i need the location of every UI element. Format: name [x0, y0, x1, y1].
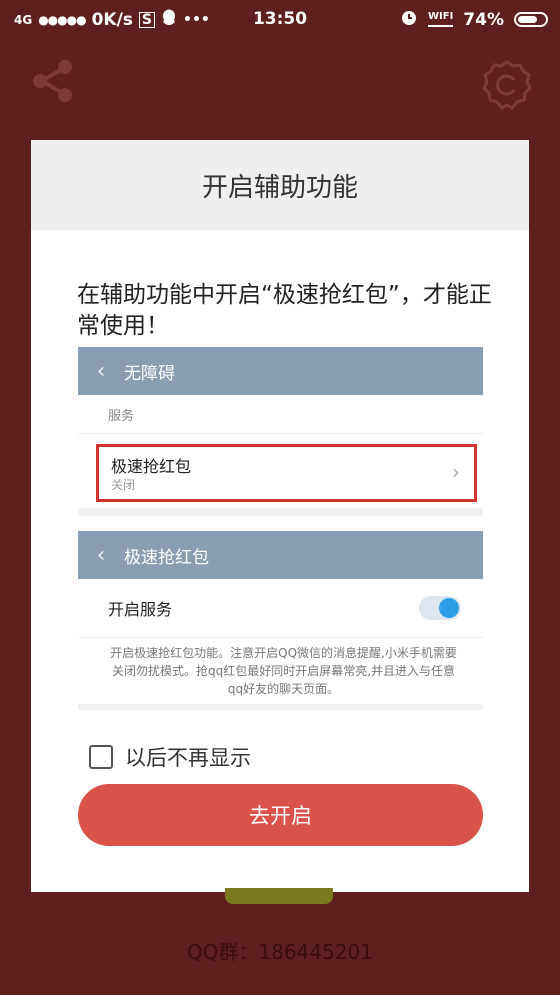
instruction-text: 在辅助功能中开启“极速抢红包”，才能正常使用！ [77, 282, 492, 339]
dont-show-again-checkbox[interactable] [89, 745, 113, 769]
accessibility-mock-list: ‹ 无障碍 服务 极速抢红包 关闭 › [78, 347, 483, 516]
toggle-row: 开启服务 [78, 579, 483, 638]
service-item-title: 极速抢红包 [111, 457, 192, 476]
toggle-label: 开启服务 [108, 600, 173, 619]
dont-show-again-row[interactable]: 以后不再显示 [89, 742, 251, 772]
mock-divider [78, 704, 483, 710]
mock-divider [78, 508, 483, 516]
mock-header-bar: ‹ 无障碍 [78, 347, 483, 395]
service-detail-mock: ‹ 极速抢红包 开启服务 开启极速抢红包功能。注意开启QQ微信的消息提醒,小米手… [78, 531, 483, 710]
battery-icon [514, 12, 548, 27]
service-toggle [419, 596, 461, 620]
service-description: 开启极速抢红包功能。注意开启QQ微信的消息提醒,小米手机需要关闭勿扰模式。抢qq… [110, 646, 457, 696]
accessibility-dialog: 开启辅助功能 在辅助功能中开启“极速抢红包”，才能正常使用！ ‹ 无障碍 服务 … [31, 140, 529, 892]
wifi-icon: WIFI [427, 12, 454, 27]
chevron-left-icon: ‹ [96, 358, 106, 384]
mock-header-bar: ‹ 极速抢红包 [78, 531, 483, 579]
background-button [225, 888, 333, 904]
go-enable-button[interactable]: 去开启 [78, 784, 483, 846]
mock-header-title: 无障碍 [124, 363, 175, 384]
chevron-left-icon: ‹ [96, 542, 106, 568]
dialog-title: 开启辅助功能 [31, 140, 529, 230]
settings-icon[interactable] [480, 58, 534, 112]
battery-percent: 74% [463, 9, 504, 30]
status-right: WIFI 74% [400, 8, 548, 31]
alarm-icon [400, 8, 418, 31]
qq-group-footer: QQ群：186445201 [186, 940, 373, 964]
dont-show-again-label: 以后不再显示 [125, 746, 251, 770]
battery-fill [518, 16, 537, 23]
status-bar: 4G ●●●●● 0K/s S ••• 13:50 WIFI 74% [0, 0, 560, 40]
service-item-status: 关闭 [111, 478, 136, 492]
toggle-knob [439, 598, 459, 618]
mock-section-label: 服务 [78, 395, 483, 434]
share-icon[interactable] [30, 58, 76, 104]
service-item-highlighted: 极速抢红包 关闭 › [96, 444, 477, 502]
mock-header-title: 极速抢红包 [124, 547, 209, 568]
chevron-right-icon: › [452, 460, 460, 484]
